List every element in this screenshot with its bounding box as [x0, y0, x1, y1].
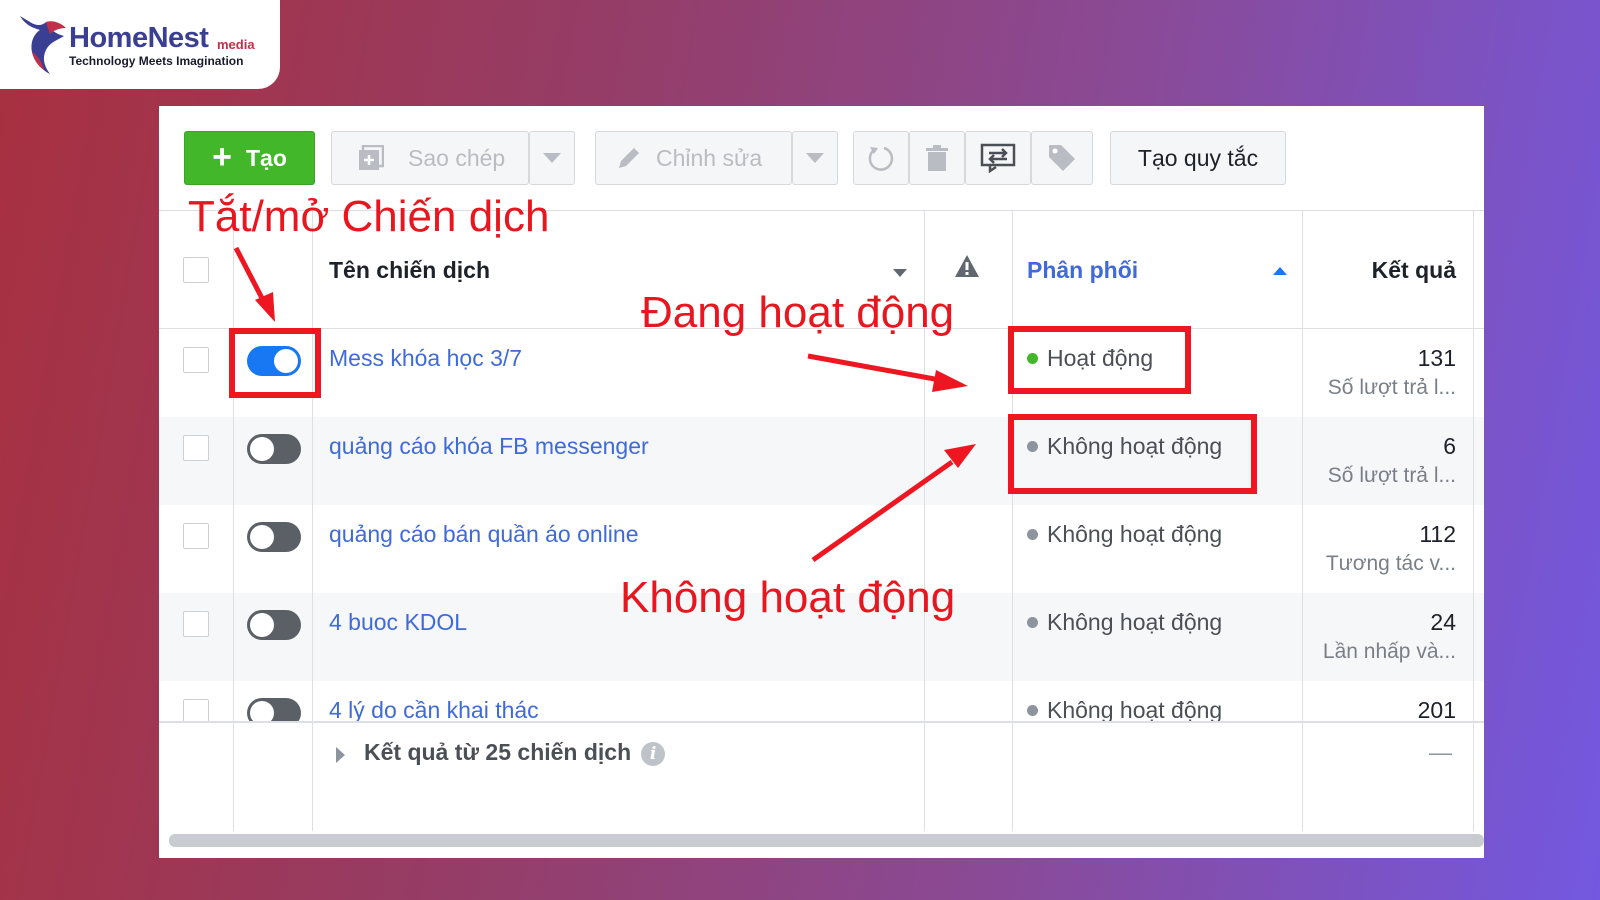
toggle-highlight-box [229, 328, 321, 398]
refresh-icon [868, 146, 894, 171]
copy-icon [359, 145, 384, 170]
table-row[interactable]: quảng cáo khóa FB messenger Không hoạt đ… [159, 417, 1484, 505]
column-divider [233, 211, 234, 831]
inactive-annotation: Không hoạt động [620, 573, 956, 622]
expand-caret-icon[interactable] [336, 747, 345, 763]
status-dot-icon [1027, 529, 1038, 540]
copy-button-label: Sao chép [408, 144, 506, 171]
active-annotation: Đang hoạt động [641, 288, 955, 337]
tag-icon [1049, 145, 1075, 171]
campaign-toggle[interactable] [247, 434, 301, 464]
delivery-status: Không hoạt động [1027, 521, 1222, 548]
logo-tagline: Technology Meets Imagination [69, 54, 244, 68]
sort-ascending-icon[interactable] [1273, 267, 1287, 275]
trash-icon [926, 145, 948, 171]
delivery-status: Không hoạt động [1027, 609, 1222, 636]
summary-row: Kết quả từ 25 chiến dịch i — [159, 721, 1484, 831]
delivery-status-text: Không hoạt động [1047, 609, 1223, 635]
row-checkbox[interactable] [183, 523, 209, 549]
horizontal-scrollbar[interactable] [169, 834, 1484, 847]
column-header-name[interactable]: Tên chiến dịch [329, 257, 490, 284]
campaign-name-link[interactable]: 4 lý do cần khai thác [329, 697, 539, 724]
copy-dropdown-button[interactable] [529, 131, 575, 185]
ab-test-button[interactable] [965, 131, 1031, 185]
campaign-name-link[interactable]: Mess khóa học 3/7 [329, 345, 522, 372]
warning-icon [955, 255, 979, 277]
column-header-results[interactable]: Kết quả [1372, 257, 1456, 284]
delivery-status-text: Không hoạt động [1047, 521, 1223, 547]
create-rule-button[interactable]: Tạo quy tắc [1110, 131, 1286, 185]
result-value: 131 [1417, 345, 1456, 371]
campaign-name-link[interactable]: quảng cáo bán quần áo online [329, 521, 639, 548]
delivery-status-text: Không hoạt động [1047, 697, 1223, 723]
tag-button[interactable] [1031, 131, 1093, 185]
create-rule-label: Tạo quy tắc [1137, 144, 1259, 171]
result-value: 6 [1443, 433, 1456, 459]
sort-dropdown-icon[interactable] [893, 269, 907, 277]
column-divider [1302, 211, 1303, 831]
summary-text: Kết quả từ 25 chiến dịch i [364, 739, 666, 766]
logo: HomeNest media Technology Meets Imaginat… [0, 0, 280, 89]
create-button-label: Tạo [245, 144, 287, 171]
refresh-button[interactable] [853, 131, 909, 185]
table-row[interactable]: Mess khóa học 3/7 Hoạt động 131 Số lượt … [159, 329, 1484, 417]
inactive-highlight-box [1008, 414, 1257, 494]
campaign-toggle[interactable] [247, 610, 301, 640]
column-divider [1012, 211, 1013, 831]
edit-dropdown-button[interactable] [792, 131, 838, 185]
status-dot-icon [1027, 617, 1038, 628]
edit-button-label: Chỉnh sửa [656, 144, 763, 171]
create-button[interactable]: + Tạo [184, 131, 315, 185]
column-divider [1473, 211, 1474, 831]
chevron-down-icon [543, 153, 561, 163]
info-icon[interactable]: i [641, 741, 666, 766]
row-checkbox[interactable] [183, 611, 209, 637]
plus-icon: + [212, 137, 232, 176]
campaign-toggle[interactable] [247, 522, 301, 552]
result-type: Tương tác v... [1325, 552, 1456, 575]
column-header-delivery[interactable]: Phân phối [1027, 257, 1138, 284]
delete-button[interactable] [909, 131, 965, 185]
result-value: 201 [1417, 697, 1456, 723]
row-checkbox[interactable] [183, 435, 209, 461]
result-type: Số lượt trả l... [1327, 464, 1456, 487]
bull-logo-icon [20, 16, 66, 74]
select-all-checkbox[interactable] [183, 257, 209, 283]
swap-icon [980, 143, 1016, 173]
column-divider [312, 211, 313, 831]
chevron-down-icon [806, 153, 824, 163]
summary-label: Kết quả từ 25 chiến dịch [364, 739, 632, 765]
delivery-status: Không hoạt động [1027, 697, 1222, 724]
edit-button[interactable]: Chỉnh sửa [595, 131, 792, 185]
result-value: 112 [1419, 521, 1456, 547]
campaign-name-link[interactable]: 4 buoc KDOL [329, 609, 467, 636]
toggle-annotation: Tắt/mở Chiến dịch [188, 192, 550, 241]
logo-suffix: media [217, 37, 255, 52]
row-checkbox[interactable] [183, 347, 209, 373]
campaign-name-link[interactable]: quảng cáo khóa FB messenger [329, 433, 649, 460]
active-highlight-box [1008, 326, 1191, 394]
pencil-icon [619, 148, 639, 168]
result-type: Lần nhấp và... [1322, 640, 1456, 663]
status-dot-icon [1027, 705, 1038, 716]
result-value: 24 [1430, 609, 1456, 635]
logo-name: HomeNest [69, 22, 209, 54]
copy-button[interactable]: Sao chép [331, 131, 529, 185]
summary-result: — [1429, 739, 1452, 765]
result-type: Số lượt trả l... [1327, 376, 1456, 399]
